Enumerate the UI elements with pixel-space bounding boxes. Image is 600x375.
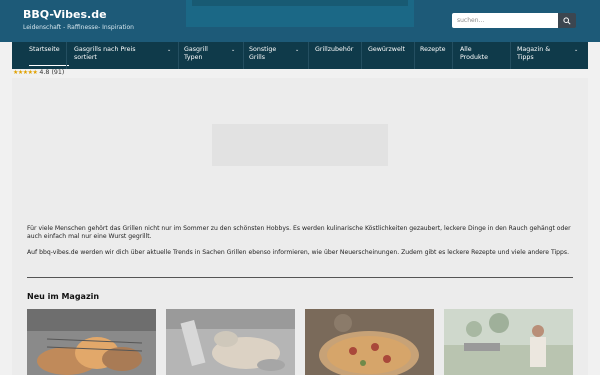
nav-item-alle-produkte[interactable]: Alle Produkte bbox=[460, 42, 510, 69]
grill-fire-image bbox=[27, 309, 156, 375]
nav-item-label: Gasgrills nach Preis sortiert bbox=[74, 46, 136, 61]
section-divider bbox=[27, 277, 573, 278]
nav-item-label: Magazin & Tipps bbox=[517, 46, 551, 61]
nav-divider bbox=[308, 42, 309, 69]
nav-item-gasgrill-typen[interactable]: Gasgrill Typen ⌄ bbox=[184, 42, 244, 69]
chevron-down-icon: ⌄ bbox=[574, 47, 579, 53]
header-banner bbox=[186, 0, 414, 27]
intro-text: Für viele Menschen gehört das Grillen ni… bbox=[27, 225, 575, 265]
magazine-heading: Neu im Magazin bbox=[27, 292, 100, 301]
header-banner-strip bbox=[192, 0, 408, 6]
site-rating: ★★★★★ 4.8 (91) bbox=[13, 69, 64, 76]
chevron-down-icon: ⌄ bbox=[295, 47, 300, 53]
nav-item-magazin-tipps[interactable]: Magazin & Tipps ⌄ bbox=[517, 42, 581, 69]
nav-item-label: Gewürzwelt bbox=[368, 46, 406, 53]
site-tagline: Leidenschaft - Raffinesse- Inspiration bbox=[23, 24, 134, 31]
search-button[interactable] bbox=[558, 13, 576, 28]
nav-divider bbox=[361, 42, 362, 69]
nav-item-grillzubehoer[interactable]: Grillzubehör bbox=[315, 42, 365, 69]
nav-item-label: Sonstige Grills bbox=[249, 46, 277, 61]
nav-item-label: Gasgrill Typen bbox=[184, 46, 208, 61]
ad-placeholder bbox=[212, 124, 388, 166]
magazine-card-grill-tools[interactable] bbox=[166, 309, 295, 375]
star-rating-icon: ★★★★★ bbox=[13, 69, 38, 76]
nav-divider bbox=[414, 42, 415, 69]
nav-divider bbox=[510, 42, 511, 69]
nav-item-label: Grillzubehör bbox=[315, 46, 354, 53]
site-header: BBQ-Vibes.de Leidenschaft - Raffinesse- … bbox=[0, 0, 600, 42]
chevron-down-icon: ⌄ bbox=[231, 47, 236, 53]
nav-item-gewuerzwelt[interactable]: Gewürzwelt bbox=[368, 42, 416, 69]
chevron-down-icon: ⌄ bbox=[167, 47, 172, 53]
bbq-party-image bbox=[444, 309, 573, 375]
site-title[interactable]: BBQ-Vibes.de bbox=[23, 8, 107, 21]
nav-divider bbox=[66, 42, 67, 69]
nav-divider bbox=[452, 42, 453, 69]
grill-tools-image bbox=[166, 309, 295, 375]
intro-paragraph: Für viele Menschen gehört das Grillen ni… bbox=[27, 225, 571, 240]
nav-item-gasgrills-preis[interactable]: Gasgrills nach Preis sortiert ⌄ bbox=[74, 42, 182, 69]
intro-paragraph: Auf bbq-vibes.de werden wir dich über ak… bbox=[27, 249, 570, 256]
magazine-card-pizza[interactable] bbox=[305, 309, 434, 375]
magazine-card-bbq-party[interactable] bbox=[444, 309, 573, 375]
main-nav: Startseite Gasgrills nach Preis sortiert… bbox=[12, 42, 588, 69]
search-input[interactable] bbox=[452, 13, 558, 28]
nav-divider bbox=[243, 42, 244, 69]
search-icon bbox=[563, 17, 571, 25]
rating-value: 4.8 (91) bbox=[39, 69, 65, 76]
nav-item-label: Alle Produkte bbox=[460, 46, 488, 61]
magazine-card-grill-fire[interactable] bbox=[27, 309, 156, 375]
nav-item-sonstige-grills[interactable]: Sonstige Grills ⌄ bbox=[249, 42, 309, 69]
nav-divider bbox=[178, 42, 179, 69]
pizza-image bbox=[305, 309, 434, 375]
